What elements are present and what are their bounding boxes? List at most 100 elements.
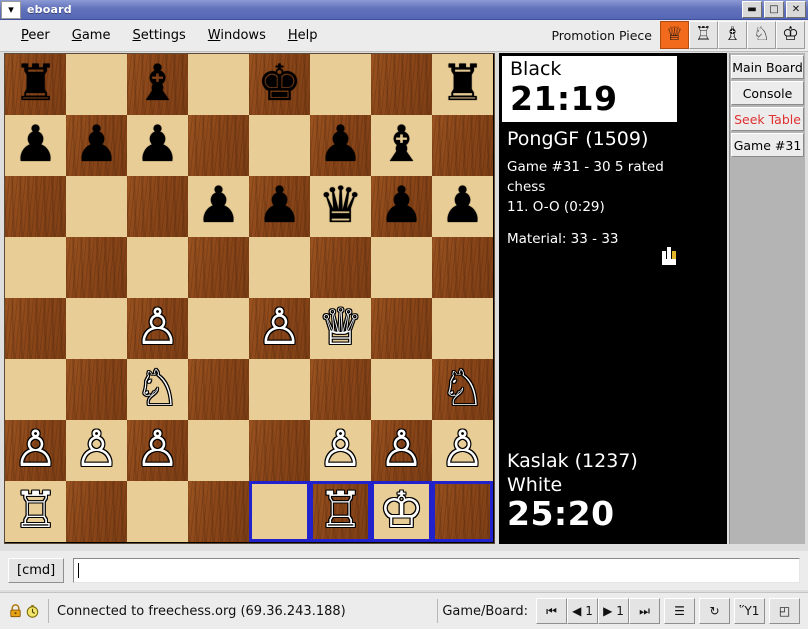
square-g1[interactable]: ♔ [371,481,432,542]
square-c1[interactable] [127,481,188,542]
black-pawn-icon[interactable]: ♟ [318,119,363,169]
square-c2[interactable]: ♙ [127,420,188,481]
square-b7[interactable]: ♟ [66,115,127,176]
square-c6[interactable] [127,176,188,237]
promotion-bishop-button[interactable]: ♗ [718,20,747,49]
trash-board-button[interactable]: Ὕ1 [734,598,765,624]
square-g2[interactable]: ♙ [371,420,432,481]
square-b2[interactable]: ♙ [66,420,127,481]
square-c3[interactable]: ♘ [127,359,188,420]
square-f5[interactable] [310,237,371,298]
square-b1[interactable] [66,481,127,542]
square-a5[interactable] [5,237,66,298]
white-pawn-icon[interactable]: ♙ [257,302,302,352]
promotion-knight-button[interactable]: ♘ [747,20,776,49]
square-g6[interactable]: ♟ [371,176,432,237]
tab-seek-table[interactable]: Seek Table [731,107,804,131]
square-h8[interactable]: ♜ [432,54,493,115]
command-input[interactable] [73,558,800,583]
square-b6[interactable] [66,176,127,237]
maximize-button[interactable]: □ [764,1,784,18]
black-pawn-icon[interactable]: ♟ [74,119,119,169]
close-button[interactable]: ✕ [786,1,806,18]
tab-console[interactable]: Console [731,81,804,105]
promotion-rook-button[interactable]: ♖ [689,20,718,49]
window-menu-icon[interactable]: ▾ [1,0,21,19]
square-f4[interactable]: ♕ [310,298,371,359]
white-pawn-icon[interactable]: ♙ [379,424,424,474]
square-h2[interactable]: ♙ [432,420,493,481]
white-pawn-icon[interactable]: ♙ [440,424,485,474]
square-d8[interactable] [188,54,249,115]
square-a3[interactable] [5,359,66,420]
square-g3[interactable] [371,359,432,420]
black-rook-icon[interactable]: ♜ [440,58,485,108]
square-h3[interactable]: ♘ [432,359,493,420]
back-one-move-button[interactable]: ◀ 1 [567,598,598,624]
square-a2[interactable]: ♙ [5,420,66,481]
square-g4[interactable] [371,298,432,359]
square-a7[interactable]: ♟ [5,115,66,176]
move-list-button[interactable]: ☰ [664,598,695,624]
black-pawn-icon[interactable]: ♟ [135,119,180,169]
square-g8[interactable] [371,54,432,115]
square-d1[interactable] [188,481,249,542]
menu-item-game[interactable]: Game [61,25,122,46]
square-c8[interactable]: ♝ [127,54,188,115]
square-d6[interactable]: ♟ [188,176,249,237]
square-d4[interactable] [188,298,249,359]
forward-one-move-button[interactable]: ▶ 1 [598,598,629,624]
square-b3[interactable] [66,359,127,420]
black-king-icon[interactable]: ♚ [257,58,302,108]
black-bishop-icon[interactable]: ♝ [135,58,180,108]
flip-board-button[interactable]: ◰ [769,598,800,624]
square-a1[interactable]: ♖ [5,481,66,542]
square-e2[interactable] [249,420,310,481]
square-c4[interactable]: ♙ [127,298,188,359]
white-pawn-icon[interactable]: ♙ [74,424,119,474]
white-pawn-icon[interactable]: ♙ [135,424,180,474]
square-e7[interactable] [249,115,310,176]
square-a4[interactable] [5,298,66,359]
black-rook-icon[interactable]: ♜ [13,58,58,108]
square-e1[interactable] [249,481,310,542]
square-b8[interactable] [66,54,127,115]
white-queen-icon[interactable]: ♕ [318,302,363,352]
square-e6[interactable]: ♟ [249,176,310,237]
promotion-king-button[interactable]: ♔ [776,20,805,49]
menu-item-help[interactable]: Help [277,25,329,46]
white-knight-icon[interactable]: ♘ [135,363,180,413]
square-d5[interactable] [188,237,249,298]
square-b5[interactable] [66,237,127,298]
first-move-button[interactable]: ⏮ [536,598,567,624]
square-d3[interactable] [188,359,249,420]
square-e3[interactable] [249,359,310,420]
black-pawn-icon[interactable]: ♟ [13,119,58,169]
white-pawn-icon[interactable]: ♙ [135,302,180,352]
white-pawn-icon[interactable]: ♙ [318,424,363,474]
square-e8[interactable]: ♚ [249,54,310,115]
menu-item-windows[interactable]: Windows [197,25,277,46]
square-g7[interactable]: ♝ [371,115,432,176]
square-f7[interactable]: ♟ [310,115,371,176]
white-knight-icon[interactable]: ♘ [440,363,485,413]
square-h1[interactable] [432,481,493,542]
cmd-button[interactable]: [cmd] [8,558,65,583]
menu-item-peer[interactable]: Peer [10,25,61,46]
tab-game-31[interactable]: Game #31 [731,133,804,157]
square-h4[interactable] [432,298,493,359]
square-f2[interactable]: ♙ [310,420,371,481]
black-bishop-icon[interactable]: ♝ [379,119,424,169]
square-b4[interactable] [66,298,127,359]
black-pawn-icon[interactable]: ♟ [257,180,302,230]
square-h7[interactable] [432,115,493,176]
square-d7[interactable] [188,115,249,176]
square-a8[interactable]: ♜ [5,54,66,115]
square-c7[interactable]: ♟ [127,115,188,176]
white-rook-icon[interactable]: ♖ [13,485,58,535]
square-e4[interactable]: ♙ [249,298,310,359]
square-f1[interactable]: ♖ [310,481,371,542]
black-queen-icon[interactable]: ♛ [318,180,363,230]
black-pawn-icon[interactable]: ♟ [379,180,424,230]
white-rook-icon[interactable]: ♖ [318,485,363,535]
